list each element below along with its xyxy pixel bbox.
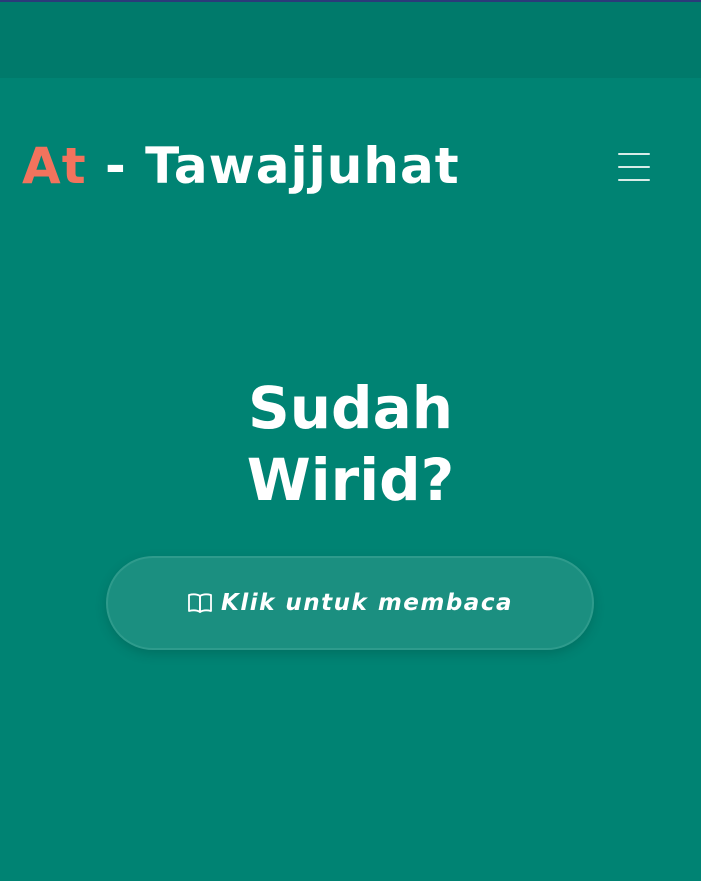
- navbar: At - Tawajjuhat: [0, 78, 701, 228]
- read-now-button-label: Klik untuk membaca: [221, 590, 513, 616]
- brand-accent-text: At: [22, 137, 87, 195]
- menu-bar: [618, 179, 650, 181]
- hero-title-line-1: Sudah: [247, 374, 453, 442]
- brand-name-text: - Tawajjuhat: [86, 137, 460, 195]
- menu-bar: [618, 166, 650, 168]
- hero-title-line-2: Wirid?: [246, 446, 455, 514]
- hamburger-menu-icon[interactable]: [612, 148, 658, 186]
- status-bar: [0, 2, 701, 78]
- brand-logo[interactable]: At - Tawajjuhat: [22, 136, 460, 196]
- menu-bar: [618, 153, 650, 155]
- hero-title: Sudah Wirid?: [0, 372, 701, 516]
- open-book-icon: [188, 593, 212, 613]
- read-now-button[interactable]: Klik untuk membaca: [106, 556, 594, 650]
